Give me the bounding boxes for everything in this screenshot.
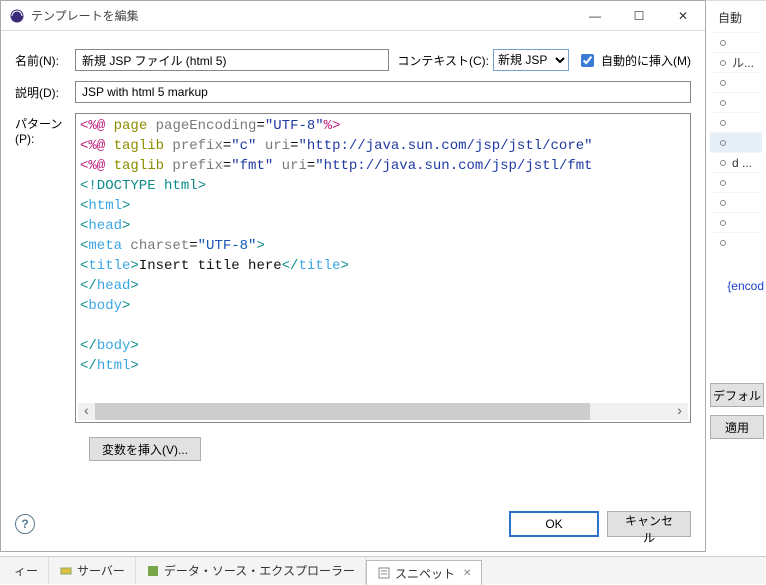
name-row: 名前(N): コンテキスト(C): 新規 JSP 自動的に挿入(M) (15, 49, 691, 71)
bg-list-item[interactable] (710, 212, 762, 232)
bg-list-item[interactable] (710, 132, 762, 152)
edit-template-dialog: テンプレートを編集 — ☐ ✕ 名前(N): コンテキスト(C): 新規 JSP… (0, 0, 706, 552)
datasource-icon (146, 564, 160, 578)
minimize-button[interactable]: — (573, 1, 617, 31)
description-label: 説明(D): (15, 84, 75, 101)
pattern-label: パターン(P): (15, 113, 75, 146)
context-select[interactable]: 新規 JSP (493, 49, 569, 71)
apply-button[interactable]: 適用 (710, 415, 764, 439)
pattern-textarea[interactable]: <%@ page pageEncoding="UTF-8"%> <%@ tagl… (75, 113, 691, 423)
form-area: 名前(N): コンテキスト(C): 新規 JSP 自動的に挿入(M) 説明(D)… (1, 31, 705, 467)
bg-header: 自動 (710, 5, 762, 32)
restore-defaults-button[interactable]: デフォル (710, 383, 764, 407)
titlebar: テンプレートを編集 — ☐ ✕ (1, 1, 705, 31)
scroll-left-arrow[interactable]: ‹ (78, 402, 95, 422)
snippet-icon (377, 566, 391, 580)
bg-list-item[interactable]: ル... (710, 52, 762, 72)
cancel-button[interactable]: キャンセル (607, 511, 691, 537)
scroll-thumb[interactable] (95, 403, 590, 420)
description-row: 説明(D): (15, 81, 691, 103)
dialog-footer: ? OK キャンセル (1, 501, 705, 551)
dialog-title: テンプレートを編集 (31, 7, 139, 24)
insert-variable-button[interactable]: 変数を挿入(V)... (89, 437, 201, 461)
bg-list-item[interactable] (710, 32, 762, 52)
context-label: コンテキスト(C): (397, 52, 489, 69)
tab-truncated[interactable]: ィー (4, 557, 49, 584)
close-icon[interactable]: ✕ (463, 568, 471, 579)
bg-list-item[interactable] (710, 192, 762, 212)
ok-button[interactable]: OK (509, 511, 599, 537)
bg-list-item[interactable]: d ... (710, 152, 762, 172)
maximize-button[interactable]: ☐ (617, 1, 661, 31)
name-label: 名前(N): (15, 52, 75, 69)
scroll-track[interactable] (95, 403, 671, 420)
tab-servers[interactable]: サーバー (49, 557, 136, 584)
encoding-variable-link[interactable]: {encod (727, 279, 764, 293)
bg-list-item[interactable] (710, 172, 762, 192)
description-input[interactable] (75, 81, 691, 103)
auto-insert-input[interactable] (581, 54, 594, 67)
bg-list-item[interactable] (710, 72, 762, 92)
close-button[interactable]: ✕ (661, 1, 705, 31)
horizontal-scrollbar[interactable]: ‹ › (78, 403, 688, 420)
tab-data-source-explorer[interactable]: データ・ソース・エクスプローラー (136, 557, 366, 584)
background-panel: 自動 ル... d ... {encod デフォル 適用 (706, 0, 766, 552)
bg-list-item[interactable] (710, 92, 762, 112)
pattern-row: パターン(P): <%@ page pageEncoding="UTF-8"%>… (15, 113, 691, 423)
auto-insert-label: 自動的に挿入(M) (601, 52, 691, 69)
help-icon[interactable]: ? (15, 514, 35, 534)
bg-list-item[interactable] (710, 112, 762, 132)
scroll-right-arrow[interactable]: › (671, 402, 688, 422)
name-input[interactable] (75, 49, 389, 71)
bottom-tab-strip: ィー サーバー データ・ソース・エクスプローラー スニペット ✕ (0, 556, 766, 584)
server-icon (59, 564, 73, 578)
tab-snippets[interactable]: スニペット ✕ (366, 560, 482, 585)
bg-list-item[interactable] (710, 232, 762, 252)
eclipse-icon (9, 8, 25, 24)
auto-insert-checkbox[interactable]: 自動的に挿入(M) (577, 51, 691, 70)
